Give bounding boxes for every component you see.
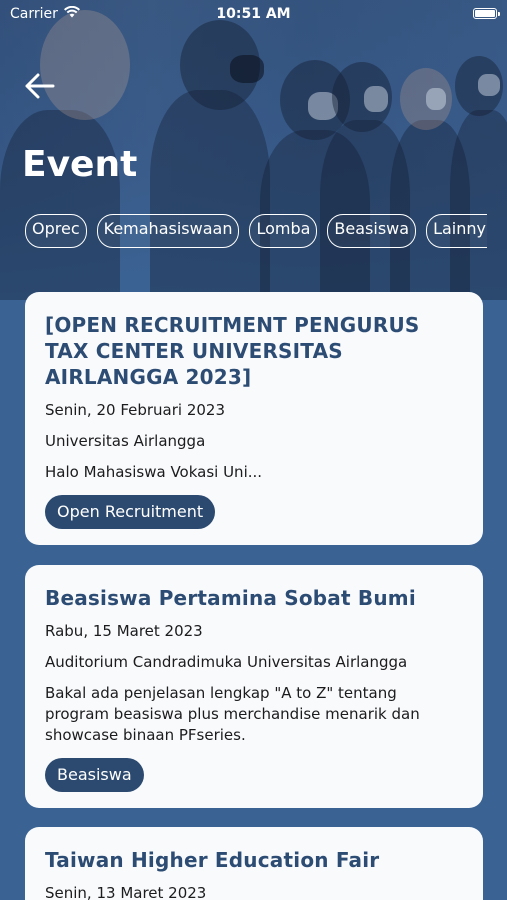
event-title: Beasiswa Pertamina Sobat Bumi <box>45 586 416 610</box>
event-date: Senin, 13 Maret 2023 <box>45 884 207 900</box>
event-card[interactable]: [OPEN RECRUITMENT PENGURUS TAX CENTER UN… <box>25 292 483 545</box>
category-chip-oprec[interactable]: Oprec <box>25 214 87 248</box>
category-chip-beasiswa[interactable]: Beasiswa <box>327 214 417 248</box>
event-title: Taiwan Higher Education Fair <box>45 848 380 872</box>
event-description: Halo Mahasiswa Vokasi Uni... <box>45 463 263 481</box>
event-location: Universitas Airlangga <box>45 432 206 450</box>
event-title: [OPEN RECRUITMENT PENGURUS TAX CENTER UN… <box>45 313 420 389</box>
page-title: Event <box>22 144 138 185</box>
arrow-left-icon <box>25 73 55 103</box>
category-filter-bar[interactable]: Oprec Kemahasiswaan Lomba Beasiswa Lainn… <box>25 214 487 248</box>
status-time: 10:51 AM <box>216 6 291 22</box>
event-category-tag[interactable]: Open Recruitment <box>45 495 216 529</box>
event-description: Bakal ada penjelasan lengkap "A to Z" te… <box>45 684 420 744</box>
event-card[interactable]: Beasiswa Pertamina Sobat Bumi Rabu, 15 M… <box>25 565 483 808</box>
battery-icon <box>473 8 500 19</box>
category-chip-lomba[interactable]: Lomba <box>249 214 318 248</box>
status-bar: Carrier 10:51 AM <box>0 0 507 28</box>
event-location: Auditorium Candradimuka Universitas Airl… <box>45 653 408 671</box>
event-category-tag[interactable]: Beasiswa <box>45 758 144 792</box>
category-chip-lainnya[interactable]: Lainnya <box>426 214 487 248</box>
event-date: Rabu, 15 Maret 2023 <box>45 622 203 640</box>
back-button[interactable] <box>22 70 58 106</box>
event-date: Senin, 20 Februari 2023 <box>45 401 226 419</box>
category-chip-kemahasiswaan[interactable]: Kemahasiswaan <box>96 214 240 248</box>
event-card[interactable]: Taiwan Higher Education Fair Senin, 13 M… <box>25 827 483 900</box>
